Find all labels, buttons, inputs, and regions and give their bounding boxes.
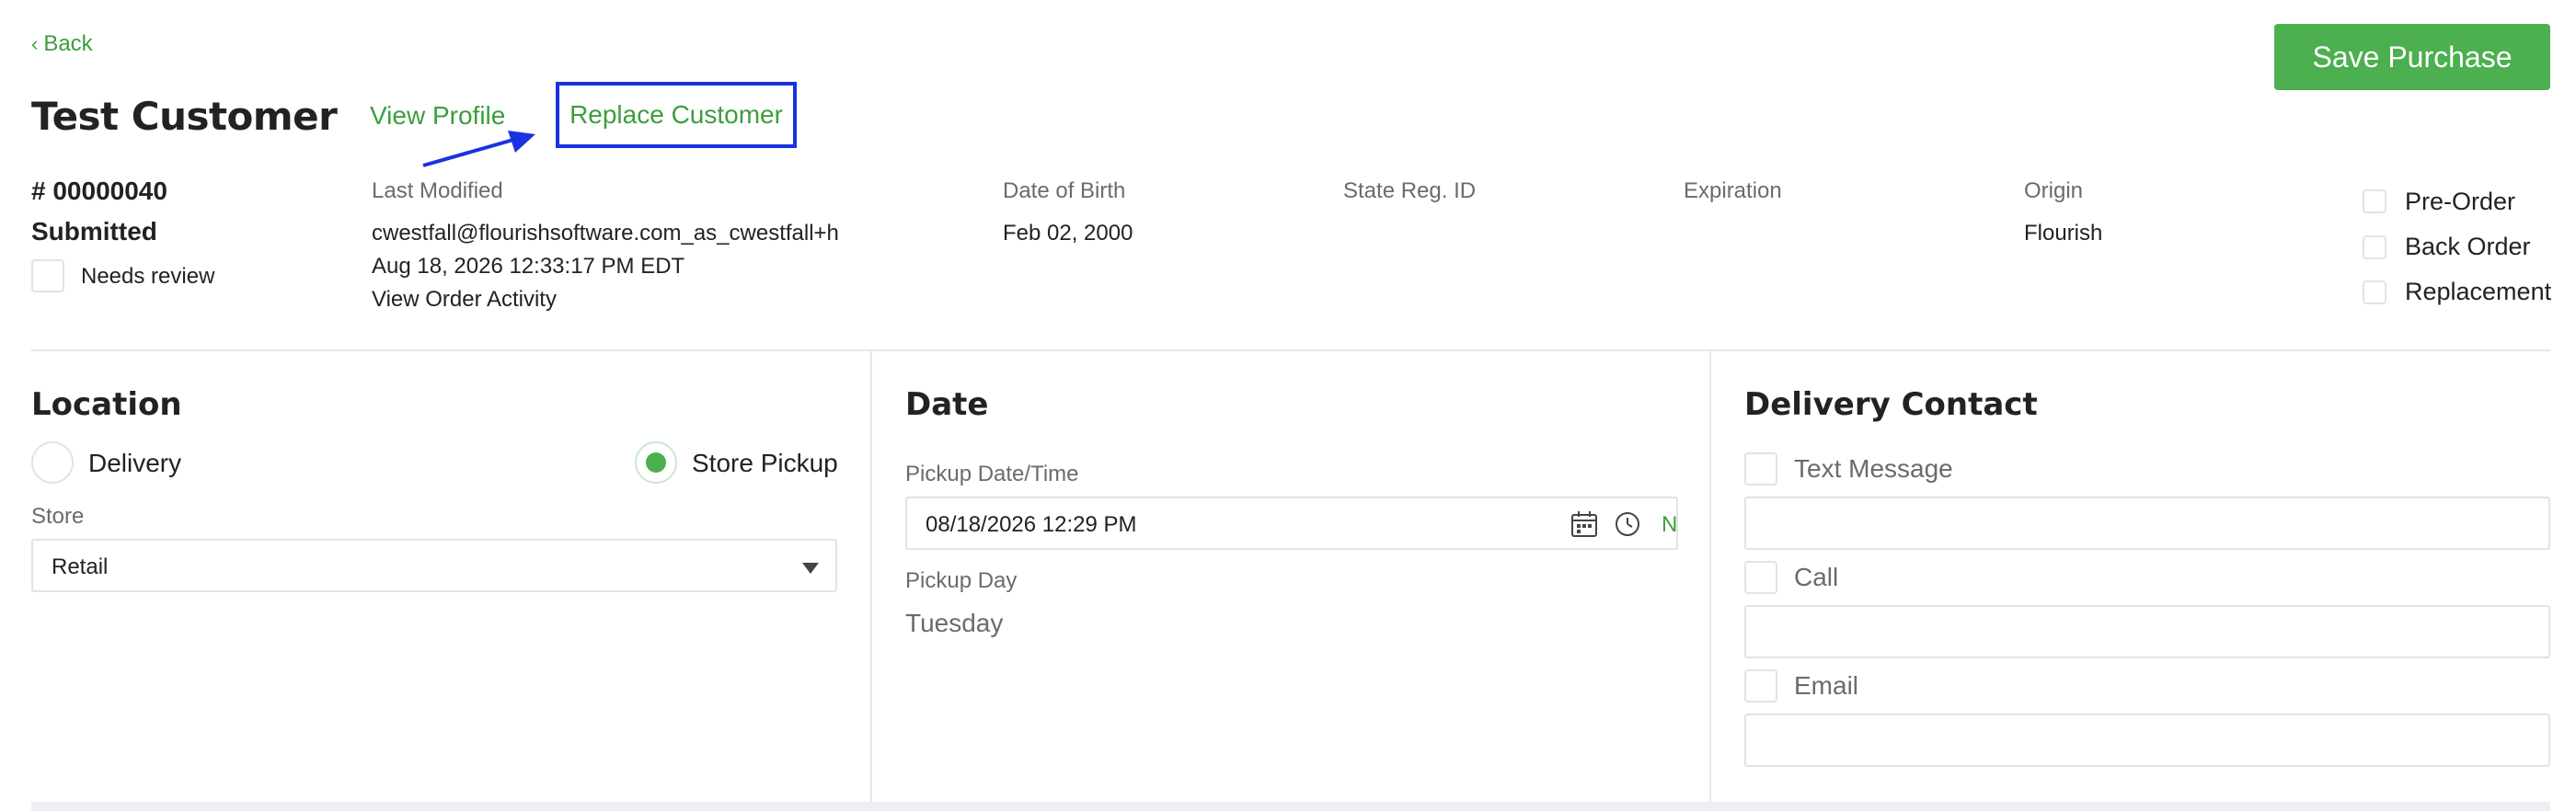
call-checkbox[interactable] (1744, 561, 1777, 594)
call-label: Call (1794, 563, 1839, 591)
save-purchase-button[interactable]: Save Purchase (2274, 24, 2550, 90)
chevron-left-icon: ‹ (31, 32, 39, 55)
order-number: # 00000040 (31, 177, 167, 205)
replacement-checkbox[interactable] (2363, 280, 2386, 304)
customer-name: Test Customer (31, 94, 338, 139)
caret-down-icon (802, 563, 819, 574)
last-modified-by: cwestfall@flourishsoftware.com_as_cwestf… (372, 221, 839, 246)
email-checkbox[interactable] (1744, 669, 1777, 702)
needs-review-label: Needs review (81, 264, 215, 289)
last-modified-label: Last Modified (372, 178, 503, 203)
store-pickup-label: Store Pickup (692, 449, 838, 477)
replace-customer-link[interactable]: Replace Customer (556, 82, 797, 148)
last-modified-at: Aug 18, 2026 12:33:17 PM EDT (372, 254, 685, 279)
date-title: Date (905, 386, 989, 423)
header-divider (31, 349, 2550, 351)
pickup-datetime-value: 08/18/2026 12:29 PM (926, 512, 1137, 537)
annotation-arrow-icon (422, 131, 535, 167)
now-button[interactable]: N (1662, 512, 1677, 538)
clock-icon[interactable] (1614, 510, 1641, 538)
back-order-checkbox[interactable] (2363, 235, 2386, 259)
delivery-radio[interactable] (31, 441, 74, 484)
calendar-icon[interactable] (1570, 509, 1599, 539)
location-title: Location (31, 386, 182, 423)
back-order-label: Back Order (2405, 233, 2531, 260)
pre-order-label: Pre-Order (2405, 188, 2516, 215)
back-label: Back (43, 31, 93, 56)
back-link[interactable]: ‹ Back (31, 31, 93, 57)
text-message-label: Text Message (1794, 454, 1953, 483)
view-profile-link[interactable]: View Profile (370, 101, 505, 131)
column-divider (870, 351, 872, 802)
dob-label: Date of Birth (1003, 178, 1126, 203)
text-message-input[interactable] (1744, 497, 2550, 550)
replacement-label: Replacement (2405, 278, 2552, 305)
view-order-activity-link[interactable]: View Order Activity (372, 287, 557, 313)
email-input[interactable] (1744, 714, 2550, 767)
save-purchase-label: Save Purchase (2312, 40, 2513, 74)
origin-value: Flourish (2024, 221, 2103, 246)
email-label: Email (1794, 671, 1859, 700)
store-pickup-radio[interactable] (635, 441, 677, 484)
text-message-checkbox[interactable] (1744, 452, 1777, 485)
call-input[interactable] (1744, 605, 2550, 658)
expiration-label: Expiration (1684, 178, 1782, 203)
state-reg-label: State Reg. ID (1343, 178, 1477, 203)
order-status: Submitted (31, 217, 157, 246)
pickup-datetime-label: Pickup Date/Time (905, 462, 1079, 486)
store-select-value: Retail (52, 554, 109, 579)
store-select[interactable]: Retail (31, 539, 837, 592)
dob-value: Feb 02, 2000 (1003, 221, 1133, 246)
origin-label: Origin (2024, 178, 2084, 203)
column-divider (1709, 351, 1711, 802)
pickup-datetime-input[interactable]: 08/18/2026 12:29 PM N (905, 497, 1678, 550)
pickup-day-label: Pickup Day (905, 568, 1018, 593)
bottom-panel-edge (31, 802, 2550, 811)
pre-order-checkbox[interactable] (2363, 189, 2386, 213)
pickup-day-value: Tuesday (905, 609, 1004, 637)
needs-review-checkbox[interactable] (31, 259, 64, 292)
delivery-contact-title: Delivery Contact (1744, 386, 2038, 423)
delivery-label: Delivery (88, 449, 182, 477)
replace-customer-label: Replace Customer (569, 100, 783, 129)
store-label: Store (31, 504, 85, 529)
